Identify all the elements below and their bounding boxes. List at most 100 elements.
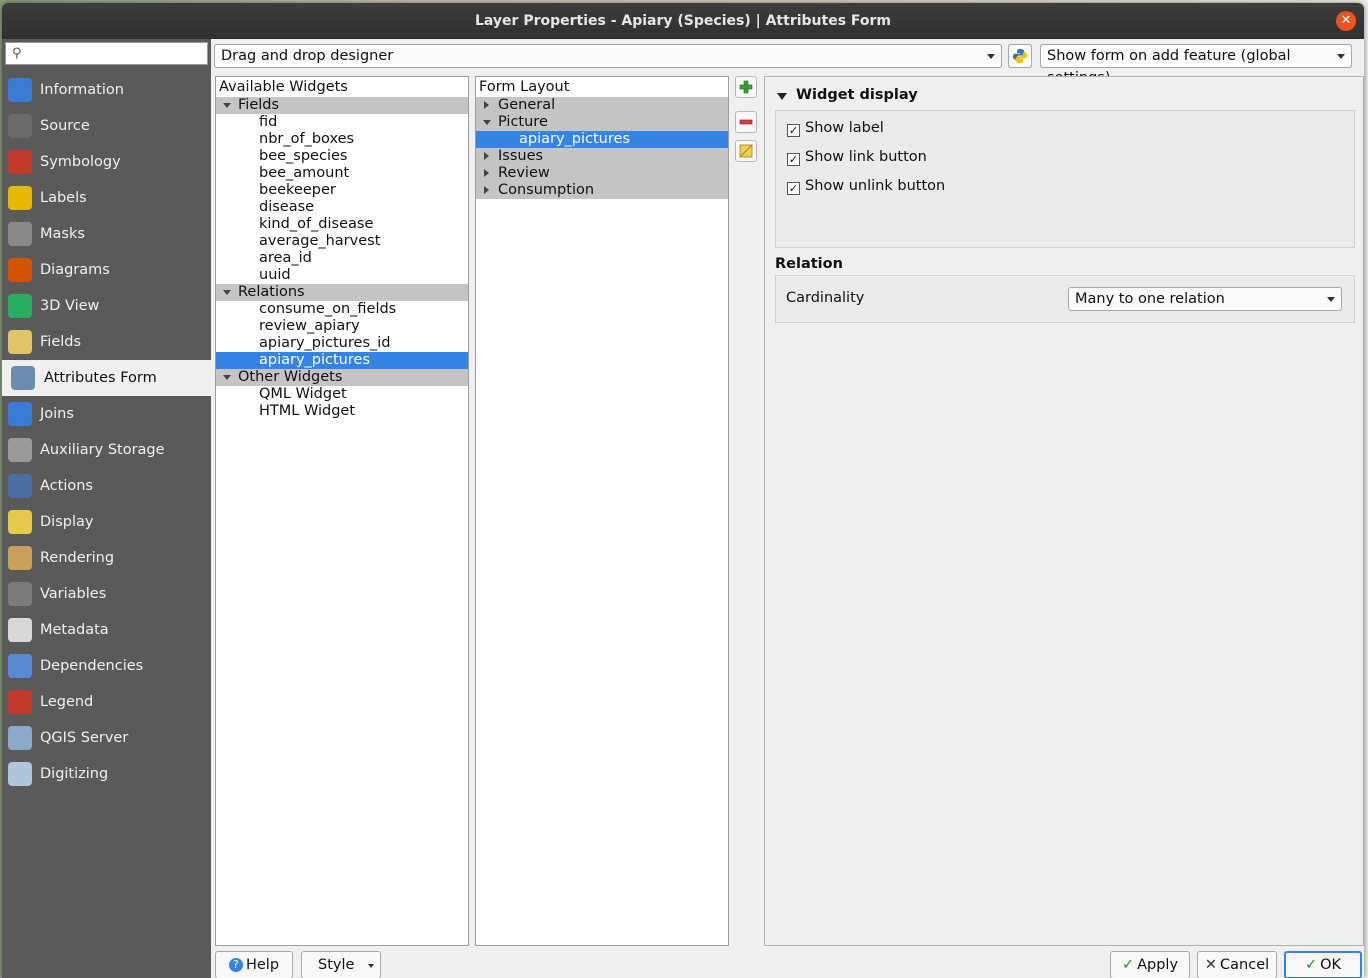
sidebar-item-label: Rendering bbox=[40, 550, 115, 566]
expand-down-icon[interactable] bbox=[223, 290, 231, 295]
tree-item-label: kind_of_disease bbox=[259, 216, 374, 232]
tree-item-label: review_apiary bbox=[259, 318, 360, 334]
sidebar-item-label: Legend bbox=[40, 694, 94, 710]
tree-item-field[interactable]: kind_of_disease bbox=[216, 216, 468, 233]
sidebar-item-variables[interactable]: Variables bbox=[2, 576, 211, 612]
abc-label-icon bbox=[8, 186, 32, 210]
layout-group-issues[interactable]: Issues bbox=[476, 148, 728, 165]
expand-down-icon[interactable] bbox=[223, 375, 231, 380]
main-area: Drag and drop designer Show form on add … bbox=[211, 39, 1364, 978]
sidebar-item-label: Auxiliary Storage bbox=[40, 442, 165, 458]
sidebar-item-label: Variables bbox=[40, 586, 107, 602]
cardinality-select[interactable]: Many to one relation bbox=[1068, 287, 1342, 311]
cross-icon: ✕ bbox=[1204, 957, 1218, 973]
cancel-button[interactable]: ✕ Cancel bbox=[1197, 951, 1277, 978]
python-init-button[interactable] bbox=[1008, 44, 1032, 68]
layout-group-picture[interactable]: Picture bbox=[476, 114, 728, 131]
expand-right-icon[interactable] bbox=[484, 101, 489, 109]
sidebar-item-3d-view[interactable]: 3D View bbox=[2, 288, 211, 324]
sidebar-item-display[interactable]: Display bbox=[2, 504, 211, 540]
remove-item-button[interactable] bbox=[735, 111, 757, 133]
tree-item-field[interactable]: beekeeper bbox=[216, 182, 468, 199]
sidebar-item-label: Diagrams bbox=[40, 262, 110, 278]
sidebar-item-symbology[interactable]: Symbology bbox=[2, 144, 211, 180]
sidebar-item-digitizing[interactable]: Digitizing bbox=[2, 756, 211, 792]
tree-item-label: beekeeper bbox=[259, 182, 336, 198]
sidebar-item-fields[interactable]: Fields bbox=[2, 324, 211, 360]
tree-item-field[interactable]: bee_species bbox=[216, 148, 468, 165]
designer-mode-select[interactable]: Drag and drop designer bbox=[214, 44, 1002, 68]
show-unlink-checkbox[interactable]: ✓ bbox=[787, 182, 800, 195]
layout-item-apiary-pictures[interactable]: apiary_pictures bbox=[476, 131, 728, 148]
tree-item-label: apiary_pictures bbox=[259, 352, 370, 368]
tree-group-relations[interactable]: Relations bbox=[216, 284, 468, 301]
show-link-checkbox[interactable]: ✓ bbox=[787, 153, 800, 166]
tree-item-field[interactable]: uuid bbox=[216, 267, 468, 284]
layout-group-review[interactable]: Review bbox=[476, 165, 728, 182]
metadata-icon bbox=[8, 618, 32, 642]
expand-down-icon[interactable] bbox=[483, 120, 491, 125]
available-widgets-tree[interactable]: Available Widgets Fields fid nbr_of_boxes b… bbox=[215, 76, 469, 946]
fields-icon bbox=[8, 330, 32, 354]
form-layout-tree[interactable]: Form Layout General Picture apiary_picture… bbox=[475, 76, 729, 946]
sidebar-item-diagrams[interactable]: Diagrams bbox=[2, 252, 211, 288]
tree-item-field[interactable]: bee_amount bbox=[216, 165, 468, 182]
tree-item-relation[interactable]: consume_on_fields bbox=[216, 301, 468, 318]
close-icon[interactable]: ✕ bbox=[1336, 11, 1356, 31]
tree-item-widget[interactable]: HTML Widget bbox=[216, 403, 468, 420]
expand-right-icon[interactable] bbox=[484, 186, 489, 194]
tree-item-field[interactable]: average_harvest bbox=[216, 233, 468, 250]
style-button[interactable]: Style bbox=[301, 951, 381, 978]
layout-group-consumption[interactable]: Consumption bbox=[476, 182, 728, 199]
search-field[interactable]: ⚲ bbox=[5, 42, 208, 65]
tree-item-relation[interactable]: apiary_pictures_id bbox=[216, 335, 468, 352]
database-icon bbox=[8, 438, 32, 462]
expand-right-icon[interactable] bbox=[484, 152, 489, 160]
tree-item-field[interactable]: nbr_of_boxes bbox=[216, 131, 468, 148]
show-label-checkbox[interactable]: ✓ bbox=[787, 124, 800, 137]
sidebar-item-masks[interactable]: Masks bbox=[2, 216, 211, 252]
sidebar-item-information[interactable]: Information bbox=[2, 72, 211, 108]
sidebar-item-qgis-server[interactable]: QGIS Server bbox=[2, 720, 211, 756]
search-input[interactable] bbox=[28, 45, 208, 64]
title-bar: Layer Properties - Apiary (Species) | At… bbox=[2, 3, 1364, 39]
add-container-button[interactable] bbox=[735, 76, 757, 98]
tree-item-label: disease bbox=[259, 199, 315, 215]
wrench-icon bbox=[8, 114, 32, 138]
ok-button[interactable]: ✓ OK bbox=[1284, 951, 1362, 978]
tree-item-field[interactable]: fid bbox=[216, 114, 468, 131]
collapse-triangle-icon[interactable] bbox=[777, 93, 787, 100]
tree-group-fields[interactable]: Fields bbox=[216, 97, 468, 114]
apply-button[interactable]: ✓ Apply bbox=[1110, 951, 1190, 978]
check-icon: ✓ bbox=[1121, 957, 1135, 973]
tree-item-field[interactable]: disease bbox=[216, 199, 468, 216]
sidebar-item-rendering[interactable]: Rendering bbox=[2, 540, 211, 576]
invert-selection-button[interactable] bbox=[735, 140, 757, 162]
sidebar-item-actions[interactable]: Actions bbox=[2, 468, 211, 504]
help-button[interactable]: ? Help bbox=[215, 951, 293, 978]
chevron-down-icon bbox=[368, 964, 374, 968]
sidebar-item-dependencies[interactable]: Dependencies bbox=[2, 648, 211, 684]
sidebar-item-source[interactable]: Source bbox=[2, 108, 211, 144]
expand-down-icon[interactable] bbox=[223, 103, 231, 108]
tree-item-field[interactable]: area_id bbox=[216, 250, 468, 267]
tree-item-widget[interactable]: QML Widget bbox=[216, 386, 468, 403]
sidebar-item-labels[interactable]: Labels bbox=[2, 180, 211, 216]
layout-group-general[interactable]: General bbox=[476, 97, 728, 114]
sidebar-item-legend[interactable]: Legend bbox=[2, 684, 211, 720]
widget-config-panel: Widget display ✓ Show label ✓ Show link … bbox=[764, 76, 1364, 946]
show-label-text: Show label bbox=[805, 120, 884, 136]
sidebar-item-attributes-form[interactable]: Attributes Form bbox=[2, 360, 211, 396]
expand-right-icon[interactable] bbox=[484, 169, 489, 177]
tree-item-label: average_harvest bbox=[259, 233, 381, 249]
tree-item-relation[interactable]: apiary_pictures bbox=[216, 352, 468, 369]
tree-group-other-widgets[interactable]: Other Widgets bbox=[216, 369, 468, 386]
form-suppress-select[interactable]: Show form on add feature (global setting… bbox=[1040, 44, 1352, 86]
sidebar-item-joins[interactable]: Joins bbox=[2, 396, 211, 432]
digitizing-icon bbox=[8, 762, 32, 786]
sidebar-item-metadata[interactable]: Metadata bbox=[2, 612, 211, 648]
search-icon: ⚲ bbox=[12, 46, 22, 61]
chevron-down-icon bbox=[1337, 54, 1345, 59]
tree-item-relation[interactable]: review_apiary bbox=[216, 318, 468, 335]
sidebar-item-auxiliary-storage[interactable]: Auxiliary Storage bbox=[2, 432, 211, 468]
